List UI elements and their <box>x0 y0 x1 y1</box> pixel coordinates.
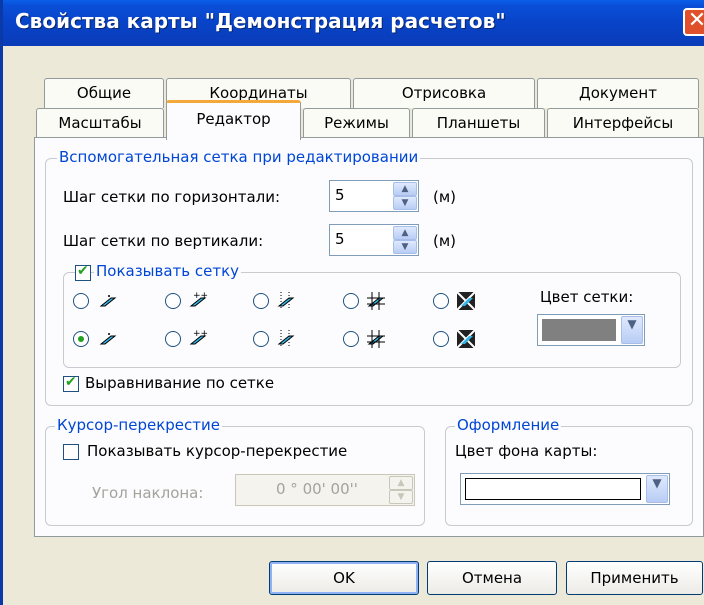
spin-up-icon[interactable]: ▲ <box>393 182 417 196</box>
svg-text:++: ++ <box>193 329 208 339</box>
svg-text:++: ++ <box>193 291 208 301</box>
grid-style-radio-selected[interactable] <box>73 331 89 347</box>
grid-style-4-icon <box>367 292 385 310</box>
tab-interfaces[interactable]: Интерфейсы <box>547 108 699 138</box>
h-step-spinner[interactable]: 5 ▲ ▼ <box>329 180 419 212</box>
grid-style-10-icon <box>456 329 476 349</box>
h-step-unit: (м) <box>433 188 457 206</box>
grid-style-radio[interactable] <box>433 293 449 309</box>
grid-style-1-icon <box>99 295 117 307</box>
grid-group-legend: Вспомогательная сетка при редактировании <box>57 148 421 166</box>
title-bar[interactable]: Свойства карты "Демонстрация расчетов" <box>3 0 704 46</box>
snap-checkbox[interactable] <box>63 374 79 392</box>
tab-scales[interactable]: Масштабы <box>36 108 164 138</box>
grid-style-radio[interactable] <box>343 331 359 347</box>
grid-style-radio[interactable] <box>253 293 269 309</box>
window-title: Свойства карты "Демонстрация расчетов" <box>15 9 506 33</box>
bg-color-label: Цвет фона карты: <box>455 442 598 460</box>
tab-editor[interactable]: Редактор <box>166 100 301 140</box>
grid-style-6-icon <box>99 333 117 345</box>
grid-style-radio[interactable] <box>343 293 359 309</box>
chevron-down-icon[interactable]: ▼ <box>621 316 643 344</box>
bg-color-swatch <box>465 478 641 500</box>
grid-style-9-icon <box>367 330 385 348</box>
angle-label: Угол наклона: <box>92 484 204 502</box>
spin-up-icon[interactable]: ▲ <box>393 226 417 240</box>
grid-color-select[interactable]: ▼ <box>537 314 645 346</box>
grid-color-swatch <box>542 319 616 341</box>
snap-label: Выравнивание по сетке <box>85 374 275 392</box>
h-step-label: Шаг сетки по горизонтали: <box>63 188 281 206</box>
grid-style-radio[interactable] <box>253 331 269 347</box>
grid-style-radio[interactable] <box>73 293 89 309</box>
cancel-button[interactable]: Отмена <box>427 561 557 595</box>
grid-style-radio[interactable] <box>433 331 449 347</box>
design-group-legend: Оформление <box>455 416 562 434</box>
angle-value: 0 ° 00' 00'' <box>276 480 358 498</box>
v-step-label: Шаг сетки по вертикали: <box>63 232 264 250</box>
tab-modes[interactable]: Режимы <box>303 108 410 138</box>
tab-document[interactable]: Документ <box>537 78 699 108</box>
dialog-window: Свойства карты "Демонстрация расчетов" ✕… <box>0 0 704 605</box>
spin-down-icon[interactable]: ▼ <box>393 240 417 254</box>
angle-spinner[interactable]: 0 ° 00' 00'' ▲ ▼ <box>235 474 415 506</box>
grid-style-radio[interactable] <box>165 331 181 347</box>
tab-rendering[interactable]: Отрисовка <box>353 78 535 108</box>
grid-style-8-icon <box>277 330 295 348</box>
show-cursor-label: Показывать курсор-перекрестие <box>87 442 348 460</box>
ok-button[interactable]: OK <box>269 561 419 595</box>
spin-down-icon[interactable]: ▼ <box>393 196 417 210</box>
tab-general[interactable]: Общие <box>44 78 164 108</box>
grid-style-3-icon <box>277 292 295 310</box>
grid-style-5-icon <box>456 291 476 311</box>
bg-color-select[interactable]: ▼ <box>460 473 670 505</box>
grid-style-radio[interactable] <box>165 293 181 309</box>
spin-up-icon[interactable]: ▲ <box>389 476 413 490</box>
show-grid-label: Показывать сетку <box>94 262 242 280</box>
tab-tablets[interactable]: Планшеты <box>412 108 545 138</box>
tab-panel: Вспомогательная сетка при редактировании… <box>34 137 704 537</box>
chevron-down-icon[interactable]: ▼ <box>646 475 668 503</box>
cursor-group-legend: Курсор-перекрестие <box>55 416 222 434</box>
close-button[interactable]: ✕ <box>683 8 704 36</box>
v-step-unit: (м) <box>433 232 457 250</box>
show-cursor-checkbox[interactable] <box>63 444 79 460</box>
grid-style-2-icon: ++ <box>189 291 208 307</box>
apply-button[interactable]: Применить <box>566 561 703 595</box>
grid-style-7-icon: ++ <box>189 329 208 345</box>
v-step-value: 5 <box>335 230 345 248</box>
v-step-spinner[interactable]: 5 ▲ ▼ <box>329 224 419 256</box>
show-grid-checkbox[interactable] <box>75 263 91 281</box>
h-step-value: 5 <box>335 186 345 204</box>
grid-color-label: Цвет сетки: <box>540 288 634 306</box>
spin-down-icon[interactable]: ▼ <box>389 490 413 504</box>
